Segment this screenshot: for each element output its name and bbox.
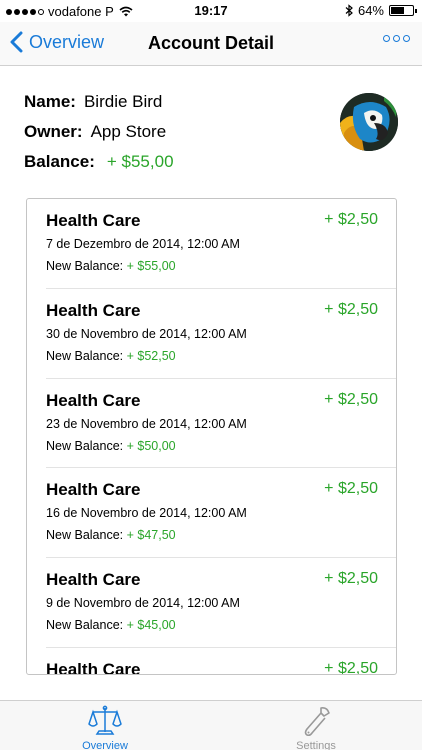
new-balance-value: + $45,00 [126, 618, 176, 633]
back-button-label: Overview [29, 31, 105, 52]
tab-bar: Overview Settings [0, 700, 422, 750]
transaction-row[interactable]: Health Care + $2,50 30 de Novembro de 20… [46, 289, 396, 379]
transaction-row[interactable]: Health Care + $2,50 7 de Dezembro de 201… [46, 199, 396, 289]
navigation-bar: Overview Account Detail [0, 22, 422, 66]
transaction-date: 30 de Novembro de 2014, 12:00 AM [46, 326, 247, 341]
transaction-amount: + $2,50 [324, 211, 378, 228]
transaction-new-balance: New Balance: + $50,00 [46, 439, 176, 453]
transaction-amount: + $2,50 [324, 659, 378, 675]
tab-settings-label: Settings [296, 740, 336, 750]
new-balance-label: New Balance: [46, 528, 124, 543]
new-balance-label: New Balance: [46, 348, 124, 363]
owner-label: Owner: [24, 122, 83, 141]
account-name: Birdie Bird [83, 92, 163, 111]
transaction-category: Health Care [46, 659, 141, 675]
wrench-icon [304, 707, 330, 737]
balance-label: Balance: [24, 152, 95, 171]
transaction-category: Health Care [46, 480, 141, 500]
avatar[interactable] [340, 93, 398, 151]
transaction-new-balance: New Balance: + $52,50 [46, 349, 176, 363]
transaction-category: Health Care [46, 211, 141, 230]
battery-fill [391, 7, 405, 14]
battery-icon [389, 5, 417, 16]
status-right: 64% [345, 3, 417, 18]
transaction-date: 23 de Novembro de 2014, 12:00 AM [46, 416, 247, 431]
account-info: Name: Birdie Bird Owner: App Store Balance… [24, 92, 174, 182]
status-bar: vodafone P 19:17 64% [0, 0, 422, 22]
new-balance-value: + $55,00 [126, 259, 176, 273]
more-dot-icon [403, 35, 410, 42]
tab-overview-label: Overview [82, 740, 128, 750]
transaction-row[interactable]: Health Care + $2,50 23 de Novembro de 20… [46, 379, 396, 469]
bluetooth-icon [345, 4, 353, 17]
account-balance-row: Balance: + $55,00 [24, 152, 174, 171]
chevron-left-icon [10, 31, 23, 53]
more-dot-icon [393, 35, 400, 42]
name-label: Name: [24, 92, 76, 111]
account-owner: App Store [90, 122, 167, 141]
account-balance: + $55,00 [106, 152, 174, 171]
transaction-new-balance: New Balance: + $45,00 [46, 618, 176, 632]
new-balance-label: New Balance: [46, 438, 124, 453]
tab-overview[interactable]: Overview [65, 704, 145, 750]
back-button[interactable]: Overview [10, 31, 104, 53]
transaction-row[interactable]: Health Care + $2,50 [46, 648, 396, 675]
new-balance-label: New Balance: [46, 618, 124, 633]
battery-percentage: 64% [357, 3, 384, 18]
transaction-row[interactable]: Health Care + $2,50 16 de Novembro de 20… [46, 468, 396, 559]
transaction-category: Health Care [46, 300, 141, 320]
transaction-amount: + $2,50 [324, 570, 378, 588]
transaction-date: 16 de Novembro de 2014, 12:00 AM [46, 506, 247, 521]
transaction-category: Health Care [46, 570, 141, 590]
tab-settings[interactable]: Settings [276, 704, 356, 750]
account-name-row: Name: Birdie Bird [24, 92, 174, 111]
more-options-button[interactable] [383, 35, 410, 42]
new-balance-value: + $50,00 [126, 438, 176, 453]
account-owner-row: Owner: App Store [24, 122, 174, 141]
transaction-category: Health Care [46, 390, 141, 410]
transaction-amount: + $2,50 [324, 390, 378, 408]
transaction-date: 9 de Novembro de 2014, 12:00 AM [46, 596, 240, 611]
transaction-row[interactable]: Health Care + $2,50 9 de Novembro de 201… [46, 558, 396, 648]
transaction-date: 7 de Dezembro de 2014, 12:00 AM [46, 237, 240, 251]
balance-scale-icon [88, 705, 122, 735]
transaction-amount: + $2,50 [324, 300, 378, 318]
parrot-avatar-icon [340, 93, 398, 151]
transaction-new-balance: New Balance: + $55,00 [46, 259, 176, 273]
more-dot-icon [383, 35, 390, 42]
transaction-new-balance: New Balance: + $47,50 [46, 528, 176, 542]
new-balance-label: New Balance: [46, 259, 124, 273]
new-balance-value: + $52,50 [126, 348, 176, 363]
transaction-list[interactable]: Health Care + $2,50 7 de Dezembro de 201… [26, 198, 397, 675]
new-balance-value: + $47,50 [126, 528, 176, 543]
transaction-amount: + $2,50 [324, 480, 378, 498]
